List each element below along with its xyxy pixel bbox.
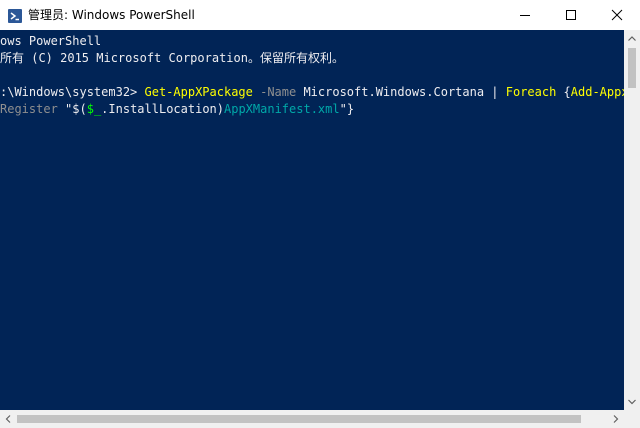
vertical-scrollbar[interactable] xyxy=(624,30,640,410)
title-bar[interactable]: 管理员: Windows PowerShell xyxy=(0,0,640,30)
console-line: ows PowerShell xyxy=(0,33,624,50)
maximize-button[interactable] xyxy=(548,0,594,30)
scroll-up-button[interactable] xyxy=(624,30,640,47)
console-token-default: :\Windows\system32> xyxy=(0,85,145,99)
scrollbar-corner xyxy=(624,410,640,428)
console-token-default: ows PowerShell xyxy=(0,34,102,48)
console-token-cmdlet: Add-AppxPackage xyxy=(570,85,624,99)
chevron-up-icon xyxy=(628,36,636,41)
scroll-left-button[interactable] xyxy=(0,410,17,428)
scroll-right-button[interactable] xyxy=(607,410,624,428)
console-token-cmdlet: Foreach xyxy=(505,85,557,99)
console-token-default: "$( xyxy=(65,102,87,116)
console-lines: ows PowerShell 所有 (C) 2015 Microsoft Corp… xyxy=(0,33,624,118)
powershell-icon xyxy=(8,8,22,23)
console-token-default: .InstallLocation) xyxy=(101,102,224,116)
minimize-icon xyxy=(520,15,530,16)
window-title: 管理员: Windows PowerShell xyxy=(28,8,195,22)
minimize-button[interactable] xyxy=(502,0,548,30)
vertical-scroll-thumb[interactable] xyxy=(628,48,636,88)
chevron-down-icon xyxy=(628,399,636,405)
console-line: Register "$($_.InstallLocation)AppXManif… xyxy=(0,101,624,118)
console-line: :\Windows\system32> Get-AppXPackage -Nam… xyxy=(0,84,624,101)
console-output[interactable]: ows PowerShell 所有 (C) 2015 Microsoft Corp… xyxy=(0,30,624,410)
close-icon xyxy=(611,9,623,21)
console-token-path: AppXManifest.xml xyxy=(224,102,340,116)
maximize-icon xyxy=(566,10,576,20)
console-token-dim: Register xyxy=(0,102,66,116)
scroll-down-button[interactable] xyxy=(624,393,640,410)
console-token-param: -Name xyxy=(252,85,304,99)
console-token-default: Microsoft.Windows.Cortana | xyxy=(303,85,506,99)
horizontal-scroll-thumb[interactable] xyxy=(17,415,581,423)
console-token-default: "} xyxy=(339,102,355,116)
close-button[interactable] xyxy=(594,0,640,30)
console-token-default: { xyxy=(556,85,571,99)
console-token-var: $_ xyxy=(86,102,102,116)
console-token-cmdlet: Get-AppXPackage xyxy=(144,85,253,99)
chevron-right-icon xyxy=(613,415,619,423)
console-line: 所有 (C) 2015 Microsoft Corporation。保留所有权利… xyxy=(0,50,624,67)
chevron-left-icon xyxy=(5,415,11,423)
powershell-window: 管理员: Windows PowerShell ows PowerShell 所有… xyxy=(0,0,640,428)
horizontal-scrollbar[interactable] xyxy=(0,410,624,428)
console-token-default: 所有 (C) 2015 Microsoft Corporation。保留所有权利… xyxy=(0,51,344,65)
